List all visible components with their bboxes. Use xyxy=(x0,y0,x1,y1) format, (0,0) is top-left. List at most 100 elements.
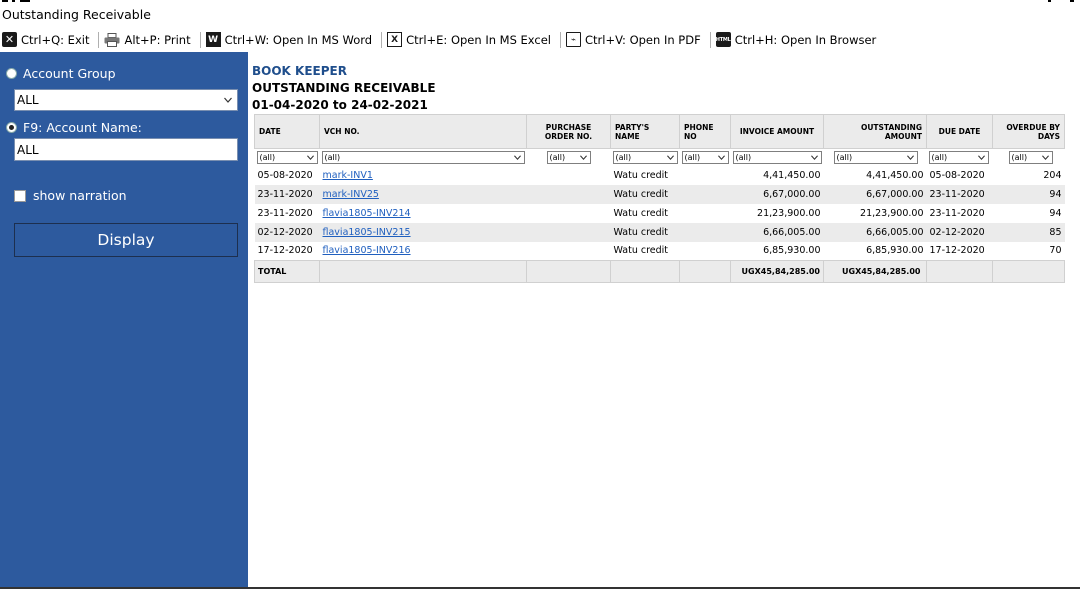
voucher-link[interactable]: flavia1805-INV215 xyxy=(323,227,411,238)
voucher-link[interactable]: flavia1805-INV214 xyxy=(323,208,411,219)
filter-phone-select[interactable]: (all) xyxy=(681,150,729,164)
open-browser-button[interactable]: HTML Ctrl+H: Open In Browser xyxy=(714,31,883,49)
report-date-range: 01-04-2020 to 24-02-2021 xyxy=(252,98,428,112)
chevron-down-icon xyxy=(717,155,725,160)
filter-sidebar: Account Group ALL F9: Account Name: ALL … xyxy=(0,52,248,587)
filter-po-select[interactable]: (all) xyxy=(546,150,591,164)
total-blank-cell xyxy=(610,260,680,283)
open-pdf-label: Ctrl+V: Open In PDF xyxy=(585,32,701,47)
table-row: 23-11-2020 flavia1805-INV214 Watu credit… xyxy=(255,204,1065,223)
toolbar-separator xyxy=(199,31,201,48)
toolbar: ✕ Ctrl+Q: Exit Alt+P: Print W Ctrl+W: Op… xyxy=(0,28,1080,51)
filter-outstanding-select[interactable]: (all) xyxy=(833,150,918,164)
open-pdf-button[interactable]: ⌁ Ctrl+V: Open In PDF xyxy=(564,31,707,49)
print-button[interactable]: Alt+P: Print xyxy=(102,31,196,49)
column-header-party[interactable]: PARTY'S NAME xyxy=(610,114,680,149)
filter-overdue-select[interactable]: (all) xyxy=(1008,150,1053,164)
cell-party: Watu credit xyxy=(613,245,669,257)
cell-po xyxy=(527,204,611,223)
cell-date: 05-08-2020 xyxy=(257,169,313,181)
table-row: 17-12-2020 flavia1805-INV216 Watu credit… xyxy=(255,242,1065,261)
show-narration-checkbox[interactable]: show narration xyxy=(14,188,127,203)
cell-phone xyxy=(679,184,731,204)
filter-due-select[interactable]: (all) xyxy=(928,150,989,164)
cell-due: 23-11-2020 xyxy=(926,184,993,204)
cell-overdue: 85 xyxy=(992,222,1065,242)
checkbox-icon xyxy=(14,189,26,202)
table-row: 05-08-2020 mark-INV1 Watu credit 4,41,45… xyxy=(255,166,1065,185)
radio-checked-icon xyxy=(6,122,17,133)
report-title: OUTSTANDING RECEIVABLE xyxy=(252,81,436,95)
cell-party: Watu credit xyxy=(613,169,669,181)
filter-date-select[interactable]: (all) xyxy=(256,150,318,164)
voucher-link[interactable]: mark-INV1 xyxy=(323,170,373,181)
chevron-down-icon xyxy=(579,155,587,160)
cell-date: 02-12-2020 xyxy=(254,222,320,242)
total-row: TOTAL UGX45,84,285.00 UGX45,84,285.00 xyxy=(254,260,1065,283)
html-icon: HTML xyxy=(715,32,731,47)
outstanding-table: DATE VCH NO. PURCHASE ORDER NO. PARTY'S … xyxy=(254,114,1065,283)
voucher-link[interactable]: flavia1805-INV216 xyxy=(323,245,411,256)
cell-due: 05-08-2020 xyxy=(929,169,985,181)
column-header-po[interactable]: PURCHASE ORDER NO. xyxy=(526,114,611,149)
display-button[interactable]: Display xyxy=(14,223,238,257)
column-header-invoice[interactable]: INVOICE AMOUNT xyxy=(730,114,824,149)
table-row: 23-11-2020 mark-INV25 Watu credit 6,67,0… xyxy=(254,184,1065,204)
table-row: 02-12-2020 flavia1805-INV215 Watu credit… xyxy=(254,222,1065,242)
cell-party: Watu credit xyxy=(610,222,680,242)
chevron-down-icon xyxy=(906,155,914,160)
exit-button[interactable]: ✕ Ctrl+Q: Exit xyxy=(0,31,95,49)
open-excel-label: Ctrl+E: Open In MS Excel xyxy=(406,32,552,47)
cell-po xyxy=(527,242,611,261)
chevron-down-icon xyxy=(224,97,232,103)
toolbar-separator xyxy=(98,31,100,48)
total-blank-cell xyxy=(926,260,993,283)
chevron-down-icon xyxy=(513,155,521,160)
total-blank-cell xyxy=(992,260,1065,283)
table-header-row: DATE VCH NO. PURCHASE ORDER NO. PARTY'S … xyxy=(254,114,1065,149)
excel-icon: X xyxy=(387,32,403,47)
total-invoice-amount: UGX45,84,285.00 xyxy=(730,260,824,283)
account-group-select[interactable]: ALL xyxy=(14,89,238,111)
cell-outstanding: 6,85,930.00 xyxy=(866,245,924,257)
report-header: BOOK KEEPER OUTSTANDING RECEIVABLE 01-04… xyxy=(252,64,436,112)
filter-row: (all) (all) (all) (all) (all) (all) (all… xyxy=(255,149,1065,166)
cell-po xyxy=(526,184,611,204)
filter-vch-select[interactable]: (all) xyxy=(321,150,525,164)
cell-overdue: 70 xyxy=(1049,245,1062,257)
total-blank-cell xyxy=(679,260,731,283)
filter-party-select[interactable]: (all) xyxy=(612,150,678,164)
column-header-due[interactable]: DUE DATE xyxy=(926,114,993,149)
column-header-vch[interactable]: VCH NO. xyxy=(319,114,527,149)
print-label: Alt+P: Print xyxy=(124,32,191,47)
chevron-down-icon xyxy=(666,155,674,160)
cell-invoice: 6,67,000.00 xyxy=(730,184,824,204)
filter-invoice-select[interactable]: (all) xyxy=(732,150,822,164)
exit-label: Ctrl+Q: Exit xyxy=(21,32,90,47)
cell-invoice: 6,85,930.00 xyxy=(763,245,821,257)
column-header-phone[interactable]: PHONE NO xyxy=(679,114,731,149)
cell-po xyxy=(526,222,611,242)
radio-icon xyxy=(6,68,17,79)
top-edge xyxy=(0,0,1080,2)
cell-phone xyxy=(680,204,731,223)
total-blank-cell xyxy=(526,260,611,283)
account-group-radio[interactable]: Account Group xyxy=(6,66,116,81)
column-header-overdue[interactable]: OVERDUE BY DAYS xyxy=(992,114,1065,149)
pdf-icon: ⌁ xyxy=(566,32,582,47)
open-excel-button[interactable]: X Ctrl+E: Open In MS Excel xyxy=(385,31,557,49)
account-name-radio[interactable]: F9: Account Name: xyxy=(6,120,142,135)
cell-overdue: 94 xyxy=(1049,207,1062,219)
column-header-outstanding[interactable]: OUTSTANDING AMOUNT xyxy=(823,114,927,149)
window-title: Outstanding Receivable xyxy=(2,7,151,22)
voucher-link[interactable]: mark-INV25 xyxy=(323,189,379,200)
cell-date: 23-11-2020 xyxy=(254,184,320,204)
account-name-input[interactable]: ALL xyxy=(14,138,238,161)
cell-party: Watu credit xyxy=(610,184,680,204)
column-header-date[interactable]: DATE xyxy=(254,114,320,149)
cell-date: 17-12-2020 xyxy=(257,245,313,257)
title-bar: Outstanding Receivable xyxy=(0,0,1080,28)
toolbar-separator xyxy=(381,31,383,48)
open-word-button[interactable]: W Ctrl+W: Open In MS Word xyxy=(204,31,378,49)
cell-due: 17-12-2020 xyxy=(929,245,985,257)
